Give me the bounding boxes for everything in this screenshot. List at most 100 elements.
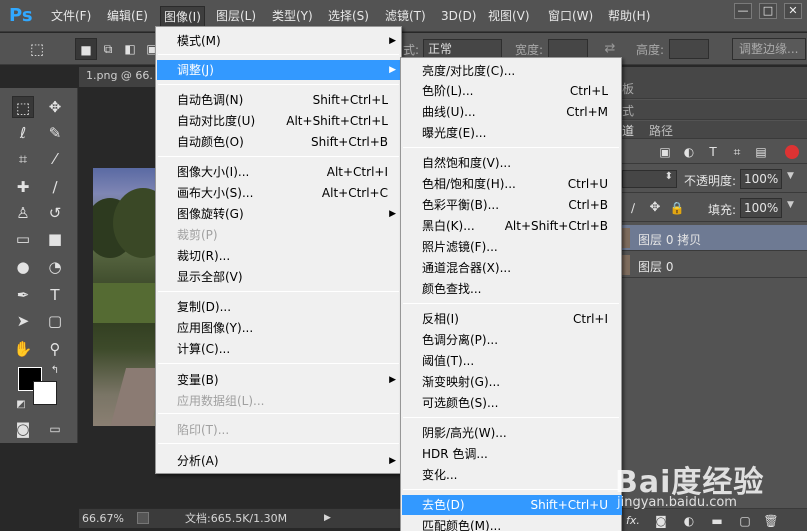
width-input[interactable] — [548, 39, 588, 59]
image-menu-item[interactable]: 变量(B) ▶ — [157, 370, 402, 390]
panel-tab-fragment[interactable]: 板 — [622, 80, 634, 97]
quick-mask-icon[interactable]: ◙ — [12, 418, 34, 440]
panel-tab-fragment-2[interactable]: 式 — [622, 102, 634, 119]
blur-tool-icon[interactable]: ● — [12, 256, 34, 278]
type-tool-icon[interactable]: T — [44, 284, 66, 306]
adjust-menu-item[interactable]: 照片滤镜(F)... — [402, 237, 622, 257]
quick-select-tool-icon[interactable]: ✎ — [44, 122, 66, 144]
adjust-menu-item[interactable]: 变化... — [402, 465, 622, 485]
image-menu-item[interactable]: 自动对比度(U) Alt+Shift+Ctrl+L — [157, 111, 402, 131]
adjust-menu-item[interactable]: 自然饱和度(V)... — [402, 153, 622, 173]
image-menu-item[interactable]: 应用图像(Y)... — [157, 318, 402, 338]
filter-toggle-icon[interactable] — [785, 145, 799, 159]
clone-stamp-tool-icon[interactable]: ♙ — [12, 202, 34, 224]
healing-brush-tool-icon[interactable]: ✚ — [12, 176, 34, 198]
image-menu-item[interactable]: 计算(C)... — [157, 339, 402, 359]
height-input[interactable] — [669, 39, 709, 59]
image-menu-item[interactable]: 画布大小(S)... Alt+Ctrl+C — [157, 183, 402, 203]
adjust-menu-item[interactable]: 阴影/高光(W)... — [402, 423, 622, 443]
default-colors-icon[interactable]: ◩ — [10, 394, 32, 416]
adjust-menu-item[interactable]: 色相/饱和度(H)... Ctrl+U — [402, 174, 622, 194]
swap-colors-icon[interactable]: ↰ — [44, 360, 66, 382]
adjust-menu-item[interactable]: 通道混合器(X)... — [402, 258, 622, 278]
lasso-tool-icon[interactable]: ℓ — [12, 122, 34, 144]
image-menu-item[interactable]: 自动色调(N) Shift+Ctrl+L — [157, 90, 402, 110]
eyedropper-tool-icon[interactable]: ⁄ — [44, 148, 66, 170]
filter-type-icon[interactable]: T — [702, 141, 724, 163]
history-brush-tool-icon[interactable]: ↺ — [44, 202, 66, 224]
opacity-input[interactable]: 100% — [740, 169, 782, 189]
menu-3d[interactable]: 3D(D) — [441, 9, 476, 24]
lock-position-icon[interactable]: ✥ — [644, 197, 666, 219]
image-menu-item[interactable]: 图像大小(I)... Alt+Ctrl+I — [157, 162, 402, 182]
minimize-button[interactable]: — — [734, 3, 752, 19]
hand-tool-icon[interactable]: ✋ — [12, 338, 34, 360]
fill-dropdown-icon[interactable]: ▼ — [787, 200, 794, 210]
menu-help[interactable]: 帮助(H) — [608, 9, 650, 24]
adjust-menu-item[interactable]: 渐变映射(G)... — [402, 372, 622, 392]
crop-tool-icon[interactable]: ⌗ — [12, 148, 34, 170]
image-menu-item[interactable]: 模式(M) ▶ — [157, 31, 402, 51]
menu-file[interactable]: 文件(F) — [51, 9, 91, 24]
filter-image-icon[interactable]: ▣ — [654, 141, 676, 163]
adjust-menu-item[interactable]: 亮度/对比度(C)... — [402, 61, 622, 81]
restore-button[interactable]: □ — [759, 3, 777, 19]
menu-edit[interactable]: 编辑(E) — [107, 9, 148, 24]
menu-layer[interactable]: 图层(L) — [216, 9, 256, 24]
layer-row[interactable]: 图层 0 拷贝 — [622, 225, 807, 251]
menu-type[interactable]: 类型(Y) — [272, 9, 313, 24]
menu-window[interactable]: 窗口(W) — [548, 9, 593, 24]
path-select-tool-icon[interactable]: ➤ — [12, 310, 34, 332]
image-menu-item[interactable]: 显示全部(V) — [157, 267, 402, 287]
tab-paths[interactable]: 路径 — [649, 122, 673, 139]
adjust-menu-item[interactable]: 色彩平衡(B)... Ctrl+B — [402, 195, 622, 215]
adjust-menu-item[interactable]: 反相(I) Ctrl+I — [402, 309, 622, 329]
rectangle-tool-icon[interactable]: ▢ — [44, 310, 66, 332]
move-tool-icon[interactable]: ✥ — [44, 96, 66, 118]
adjust-menu-item[interactable]: 曝光度(E)... — [402, 123, 622, 143]
document-tab[interactable]: 1.png @ 66. — [86, 69, 153, 82]
adjust-menu-item[interactable]: 颜色查找... — [402, 279, 622, 299]
tab-channels[interactable]: 道 — [622, 122, 634, 139]
zoom-tool-icon[interactable]: ⚲ — [44, 338, 66, 360]
screen-mode-icon[interactable]: ▭ — [44, 418, 66, 440]
zoom-level[interactable]: 66.67% — [82, 509, 124, 528]
adjust-menu-item[interactable]: HDR 色调... — [402, 444, 622, 464]
dodge-tool-icon[interactable]: ◔ — [44, 256, 66, 278]
close-button[interactable]: ✕ — [784, 3, 802, 19]
opacity-dropdown-icon[interactable]: ▼ — [787, 171, 794, 181]
adjust-menu-item[interactable]: 曲线(U)... Ctrl+M — [402, 102, 622, 122]
adjust-menu-item[interactable]: 去色(D) Shift+Ctrl+U — [402, 495, 622, 515]
menu-filter[interactable]: 滤镜(T) — [385, 9, 426, 24]
image-menu-item[interactable]: 复制(D)... — [157, 297, 402, 317]
gradient-tool-icon[interactable]: ■ — [44, 228, 66, 250]
layer-row[interactable]: 图层 0 — [622, 252, 807, 278]
fill-input[interactable]: 100% — [740, 198, 782, 218]
background-color-swatch[interactable] — [33, 381, 57, 405]
filter-smart-icon[interactable]: ▤ — [750, 141, 772, 163]
image-menu-item[interactable]: 分析(A) ▶ — [157, 451, 402, 471]
brush-tool-icon[interactable]: ∕ — [44, 176, 66, 198]
pen-tool-icon[interactable]: ✒ — [12, 284, 34, 306]
marquee-preset-icon[interactable]: ⬚ — [26, 38, 48, 60]
adjust-menu-item[interactable]: 匹配颜色(M)... — [402, 516, 622, 531]
adjust-menu-item[interactable]: 可选颜色(S)... — [402, 393, 622, 413]
image-menu-item[interactable]: 裁切(R)... — [157, 246, 402, 266]
adjust-menu-item[interactable]: 黑白(K)... Alt+Shift+Ctrl+B — [402, 216, 622, 236]
image-menu-item[interactable]: 自动颜色(O) Shift+Ctrl+B — [157, 132, 402, 152]
style-select[interactable]: 正常 — [423, 39, 502, 59]
menu-select[interactable]: 选择(S) — [328, 9, 369, 24]
eraser-tool-icon[interactable]: ▭ — [12, 228, 34, 250]
lock-all-icon[interactable]: 🔒 — [666, 197, 688, 219]
rect-marquee-tool-icon[interactable]: ⬚ — [12, 96, 34, 118]
lock-brush-icon[interactable]: ∕ — [622, 197, 644, 219]
refine-edge-button[interactable]: 调整边缘... — [732, 38, 806, 60]
filter-adjust-icon[interactable]: ◐ — [678, 141, 700, 163]
adjust-menu-item[interactable]: 色阶(L)... Ctrl+L — [402, 81, 622, 101]
status-arrow-icon[interactable]: ▶ — [324, 509, 331, 528]
filter-shape-icon[interactable]: ⌗ — [726, 141, 748, 163]
blend-mode-select[interactable]: ⬍ — [622, 170, 677, 188]
adjust-menu-item[interactable]: 阈值(T)... — [402, 351, 622, 371]
image-menu-item[interactable]: 调整(J) ▶ — [157, 60, 402, 80]
new-selection-icon[interactable]: ■ — [75, 38, 97, 60]
